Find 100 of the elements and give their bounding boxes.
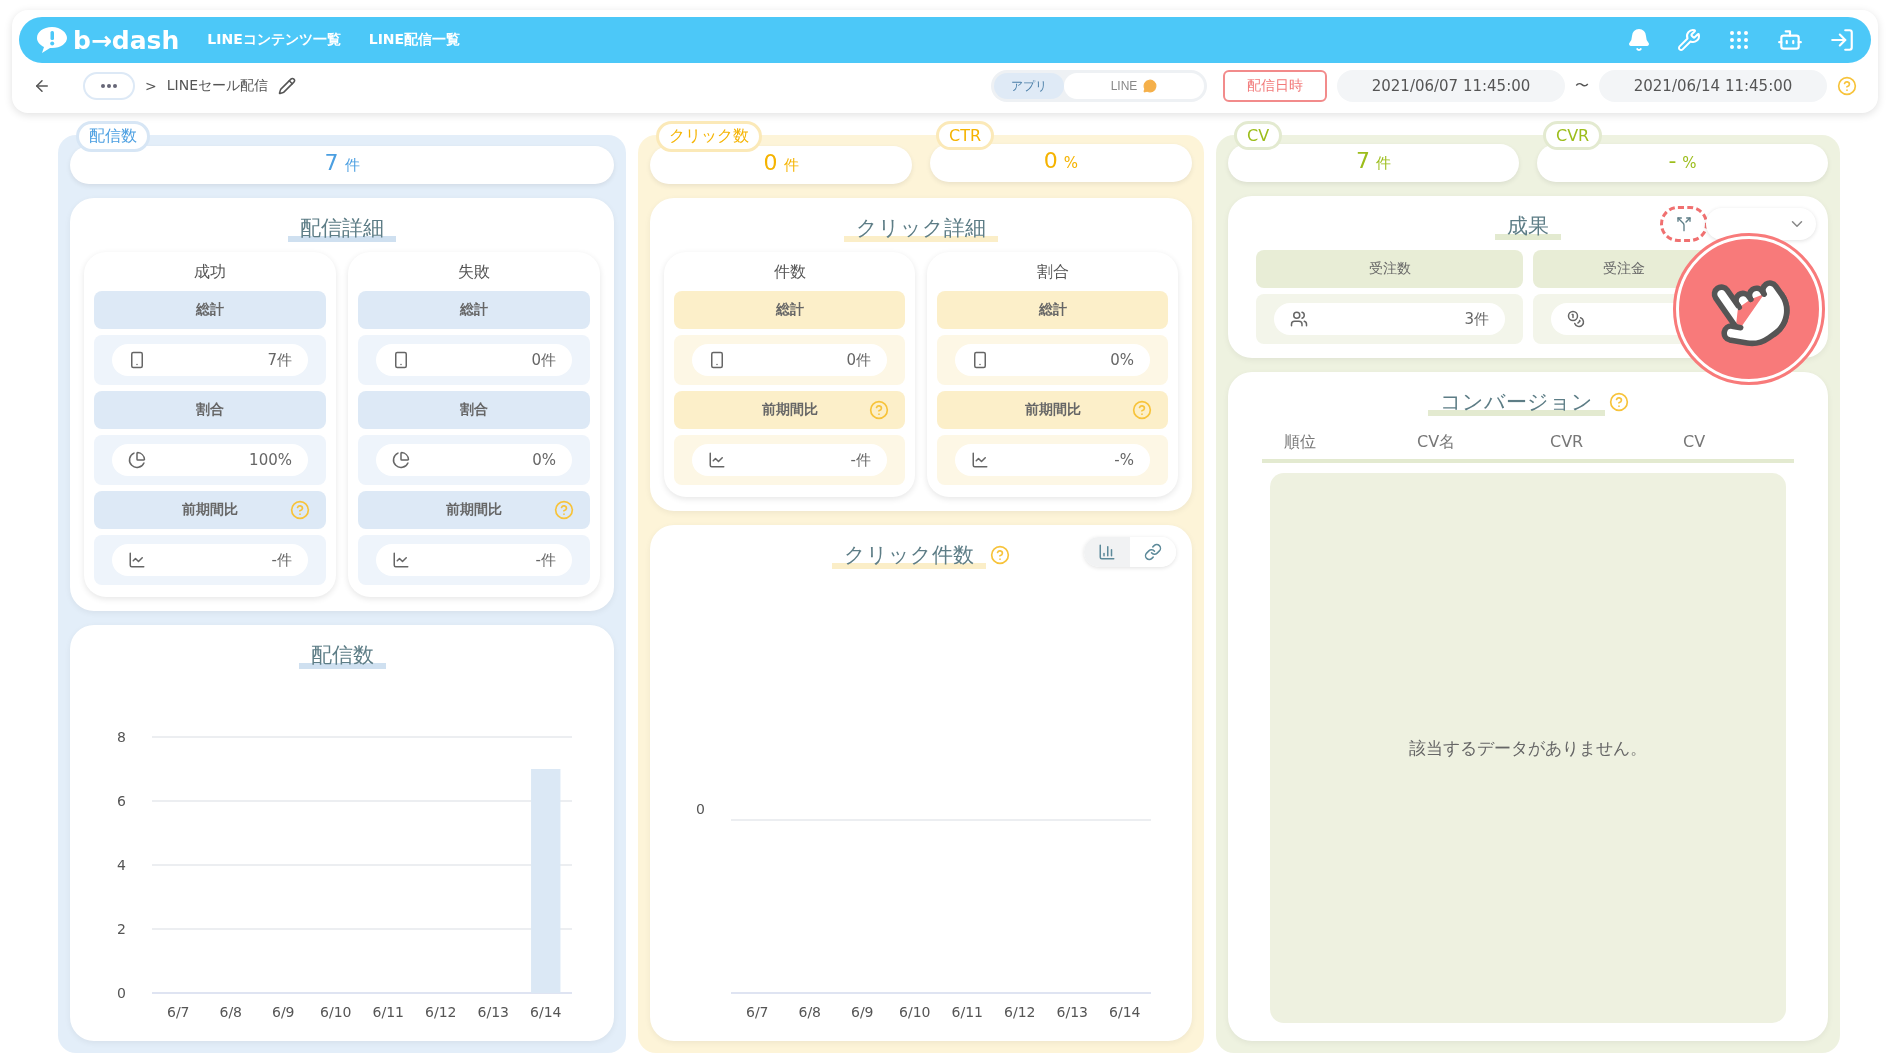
phone-icon — [708, 351, 726, 369]
stat-label-text: 割合 — [196, 401, 224, 419]
metric-unit: % — [1682, 154, 1697, 172]
metric-tag: クリック数 — [656, 121, 762, 152]
card-title: クリック詳細 — [844, 214, 998, 242]
stat-value: -件 — [850, 450, 871, 470]
column-header: CVR — [1549, 432, 1585, 453]
x-tick-label: 6/8 — [798, 1004, 821, 1020]
stat-label-text: 前期間比 — [446, 501, 502, 519]
x-tick-label: 6/11 — [372, 1004, 404, 1020]
stat-value: -件 — [535, 550, 556, 570]
end-date-field[interactable]: 2021/06/14 11:45:00 — [1599, 70, 1827, 102]
help-icon — [290, 500, 310, 520]
chat-badge-icon — [1143, 79, 1158, 93]
stat-label-text: 総計 — [775, 301, 804, 319]
x-tick-label: 6/10 — [320, 1004, 352, 1020]
stat-label-text: 前期間比 — [761, 401, 818, 419]
x-tick-label: 6/8 — [219, 1004, 242, 1020]
group-title: 成功 — [193, 261, 227, 283]
coins-icon — [1567, 310, 1585, 328]
x-tick-label: 6/9 — [851, 1004, 874, 1020]
chart-toggle-button[interactable] — [1130, 537, 1176, 567]
ellipsis-icon — [101, 84, 117, 88]
column-header: CV名 — [1416, 432, 1457, 453]
y-tick-label: 6 — [117, 793, 126, 809]
pie-chart-icon — [392, 451, 410, 469]
x-tick-label: 6/7 — [746, 1004, 769, 1020]
channel-tab[interactable]: アプリ — [994, 73, 1064, 99]
page-title: LINEセール配信 — [166, 77, 268, 95]
x-tick-label: 6/14 — [1109, 1004, 1141, 1020]
group-title: 割合 — [1035, 261, 1070, 283]
link-icon — [1144, 543, 1162, 561]
stat-value: 100% — [249, 451, 292, 469]
x-tick-label: 6/11 — [951, 1004, 983, 1020]
x-tick-label: 6/12 — [1004, 1004, 1036, 1020]
y-tick-label: 0 — [696, 801, 705, 817]
bar-chart-icon — [1098, 543, 1116, 561]
metric-unit: 件 — [783, 156, 799, 175]
bell-icon[interactable] — [1627, 28, 1651, 52]
phone-icon — [971, 351, 989, 369]
line-chart-icon — [128, 551, 146, 569]
help-icon[interactable] — [1608, 392, 1629, 412]
metric-tag: CVR — [1543, 121, 1603, 150]
robot-icon[interactable] — [1777, 27, 1803, 53]
stat-label-text: 総計 — [196, 301, 224, 319]
group-title: 件数 — [772, 261, 807, 283]
start-date-field[interactable]: 2021/06/07 11:45:00 — [1337, 70, 1565, 102]
y-tick-label: 4 — [117, 857, 126, 873]
group-title: 失敗 — [457, 261, 491, 283]
nav-link[interactable]: LINE配信一覧 — [368, 31, 461, 49]
stat-label-text: 前期間比 — [1024, 401, 1081, 419]
metric-value: 0 — [1043, 148, 1058, 173]
range-separator: 〜 — [1575, 77, 1589, 95]
help-icon — [869, 400, 889, 420]
line-chart-icon — [708, 451, 726, 469]
column-header: 順位 — [1283, 432, 1317, 453]
x-tick-label: 6/13 — [1056, 1004, 1088, 1020]
stat-value: 0% — [532, 451, 556, 469]
stat-label-text: 割合 — [460, 401, 488, 419]
phone-icon — [128, 351, 146, 369]
back-icon[interactable] — [33, 77, 51, 95]
result-value: 3件 — [1464, 309, 1489, 329]
stat-value: -% — [1114, 451, 1134, 469]
breadcrumb-separator: > — [145, 78, 157, 94]
metric-unit: 件 — [1376, 154, 1391, 173]
wrench-icon[interactable] — [1677, 28, 1701, 52]
channel-tab[interactable]: LINE — [1064, 73, 1204, 99]
logo-icon — [35, 25, 69, 55]
logout-icon[interactable] — [1829, 27, 1855, 53]
line-chart-icon — [392, 551, 410, 569]
column-header: CV — [1682, 432, 1707, 453]
people-icon — [1290, 310, 1308, 328]
line-chart-icon — [971, 451, 989, 469]
metric-value: 7 — [324, 150, 339, 175]
nav-link[interactable]: LINEコンテンツ一覧 — [207, 31, 341, 49]
metric-tag: CV — [1234, 121, 1283, 150]
pencil-icon[interactable] — [278, 77, 296, 95]
stat-label-text: 総計 — [460, 301, 488, 319]
pie-chart-icon — [128, 451, 146, 469]
card-title: 配信詳細 — [288, 214, 396, 242]
stat-value: 0% — [1110, 351, 1134, 369]
help-icon[interactable] — [990, 545, 1010, 565]
chart-toggle-button[interactable] — [1084, 537, 1130, 567]
logo-text: b→dash — [73, 25, 180, 55]
x-tick-label: 6/10 — [899, 1004, 931, 1020]
stat-value: 7件 — [267, 350, 292, 370]
x-tick-label: 6/12 — [425, 1004, 457, 1020]
metric-unit: 件 — [344, 156, 360, 175]
empty-message: 該当するデータがありません。 — [1409, 736, 1647, 760]
metric-tag: CTR — [936, 121, 995, 150]
stat-label-text: 総計 — [1038, 301, 1067, 319]
x-tick-label: 6/14 — [530, 1004, 562, 1020]
card-title: 成果 — [1495, 212, 1561, 240]
more-button[interactable] — [83, 72, 135, 100]
stat-value: 0件 — [846, 350, 871, 370]
x-tick-label: 6/7 — [167, 1004, 190, 1020]
date-type-button[interactable]: 配信日時 — [1223, 70, 1327, 102]
help-icon — [1837, 76, 1857, 96]
grid-icon[interactable] — [1727, 28, 1751, 52]
dropdown[interactable] — [1706, 208, 1816, 240]
